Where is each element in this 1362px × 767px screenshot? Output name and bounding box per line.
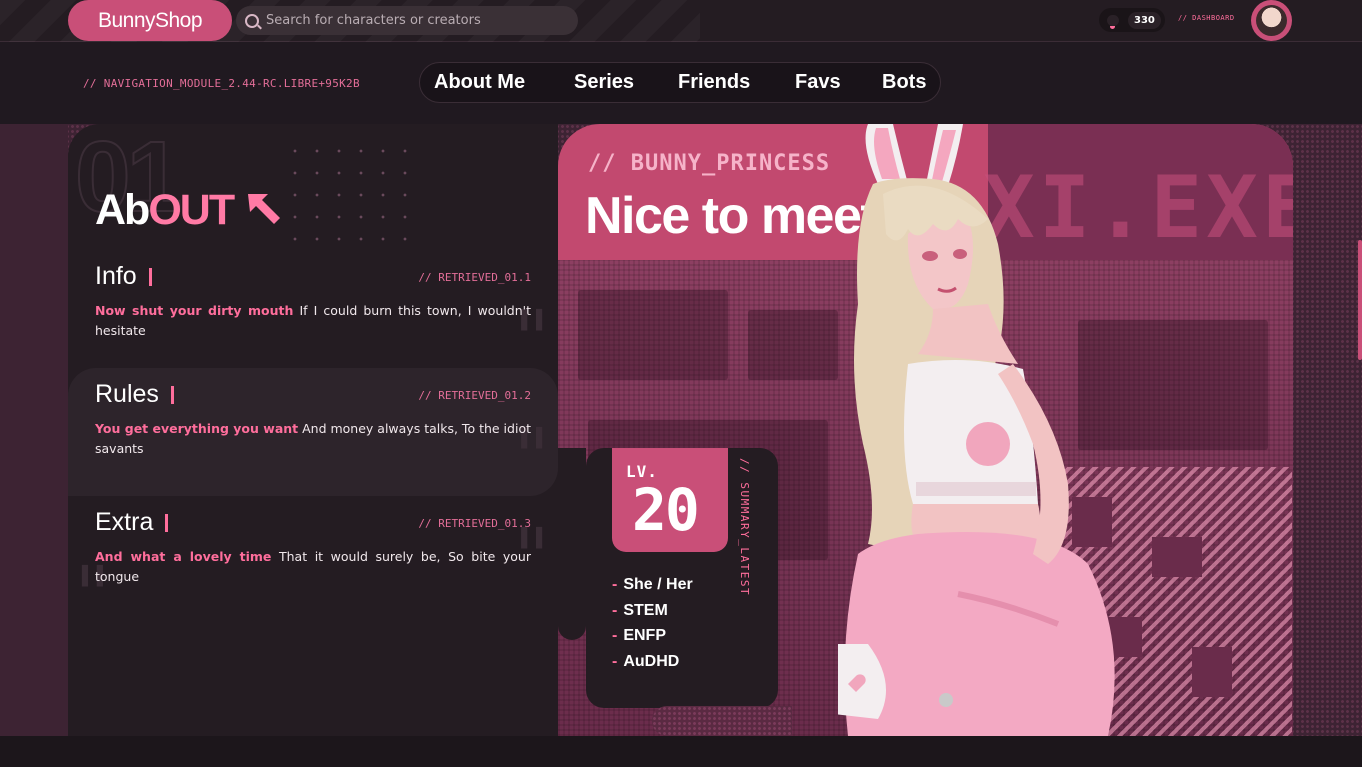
navigation-module-label: // NAVIGATION_MODULE_2.44-RC.LIBRE+95K2B: [83, 77, 360, 90]
hero-tag: // BUNNY_PRINCESS: [588, 151, 831, 176]
section-heading: Info: [95, 262, 152, 291]
extra-section: " Extra // RETRIEVED_01.3 " And what a l…: [68, 496, 558, 636]
search-input[interactable]: [266, 13, 566, 28]
section-text: Now shut your dirty mouth If I could bur…: [95, 303, 531, 338]
section-tag: // RETRIEVED_01.1: [418, 271, 531, 284]
section-heading: Extra: [95, 508, 169, 537]
top-bar: BunnyShop 330 // DASHBOARD: [0, 0, 1362, 42]
notification-button[interactable]: 330: [1099, 8, 1165, 32]
level-number: 20: [632, 476, 700, 544]
nav-item-friends[interactable]: Friends: [678, 71, 750, 94]
logo[interactable]: BunnyShop: [68, 0, 232, 41]
hero-title: Nice to meet: [585, 187, 878, 245]
nav-item-bots[interactable]: Bots: [882, 71, 926, 94]
nav-item-series[interactable]: Series: [574, 71, 634, 94]
section-tag: // RETRIEVED_01.2: [418, 389, 531, 402]
nav-row: // NAVIGATION_MODULE_2.44-RC.LIBRE+95K2B…: [0, 42, 1362, 124]
bottom-decoration: [652, 706, 792, 736]
section-text: And what a lovely time That it would sur…: [95, 549, 531, 584]
about-title: AbOUT: [95, 186, 235, 234]
nav-item-about-me[interactable]: About Me: [434, 71, 525, 94]
avatar-image: [1256, 5, 1287, 36]
main-nav: About Me Series Friends Favs Bots: [419, 62, 941, 103]
section-heading: Rules: [95, 380, 174, 409]
bell-icon: [1107, 14, 1119, 29]
notification-count: 330: [1128, 11, 1161, 29]
summary-label: // SUMMARY_LATEST: [738, 458, 751, 597]
level-box: LV. 20: [612, 448, 728, 552]
arrow-up-left-icon: [248, 194, 280, 224]
list-item: - AuDHD: [612, 652, 680, 670]
page: BunnyShop 330 // DASHBOARD // NAVIGATION…: [0, 0, 1362, 767]
bottom-strip: [0, 736, 1362, 767]
rules-section: Rules // RETRIEVED_01.2 " You get everyt…: [68, 368, 558, 498]
info-section: Info // RETRIEVED_01.1 " Now shut your d…: [68, 250, 558, 380]
avatar[interactable]: [1251, 0, 1292, 41]
scrollbar[interactable]: [1358, 240, 1362, 360]
search-bar[interactable]: [236, 6, 578, 35]
list-item: - ENFP: [612, 627, 666, 644]
dashboard-link[interactable]: // DASHBOARD: [1178, 14, 1235, 22]
section-text: You get everything you want And money al…: [95, 421, 531, 456]
search-icon: [245, 13, 259, 28]
trait-list: - She / Her - STEM - ENFP - AuDHD: [612, 572, 693, 674]
nav-item-favs[interactable]: Favs: [795, 71, 841, 94]
list-item: - She / Her: [612, 576, 693, 593]
level-card: LV. 20 // SUMMARY_LATEST - She / Her - STE…: [586, 448, 778, 708]
character-illustration: [838, 124, 1115, 736]
list-item: - STEM: [612, 601, 668, 619]
